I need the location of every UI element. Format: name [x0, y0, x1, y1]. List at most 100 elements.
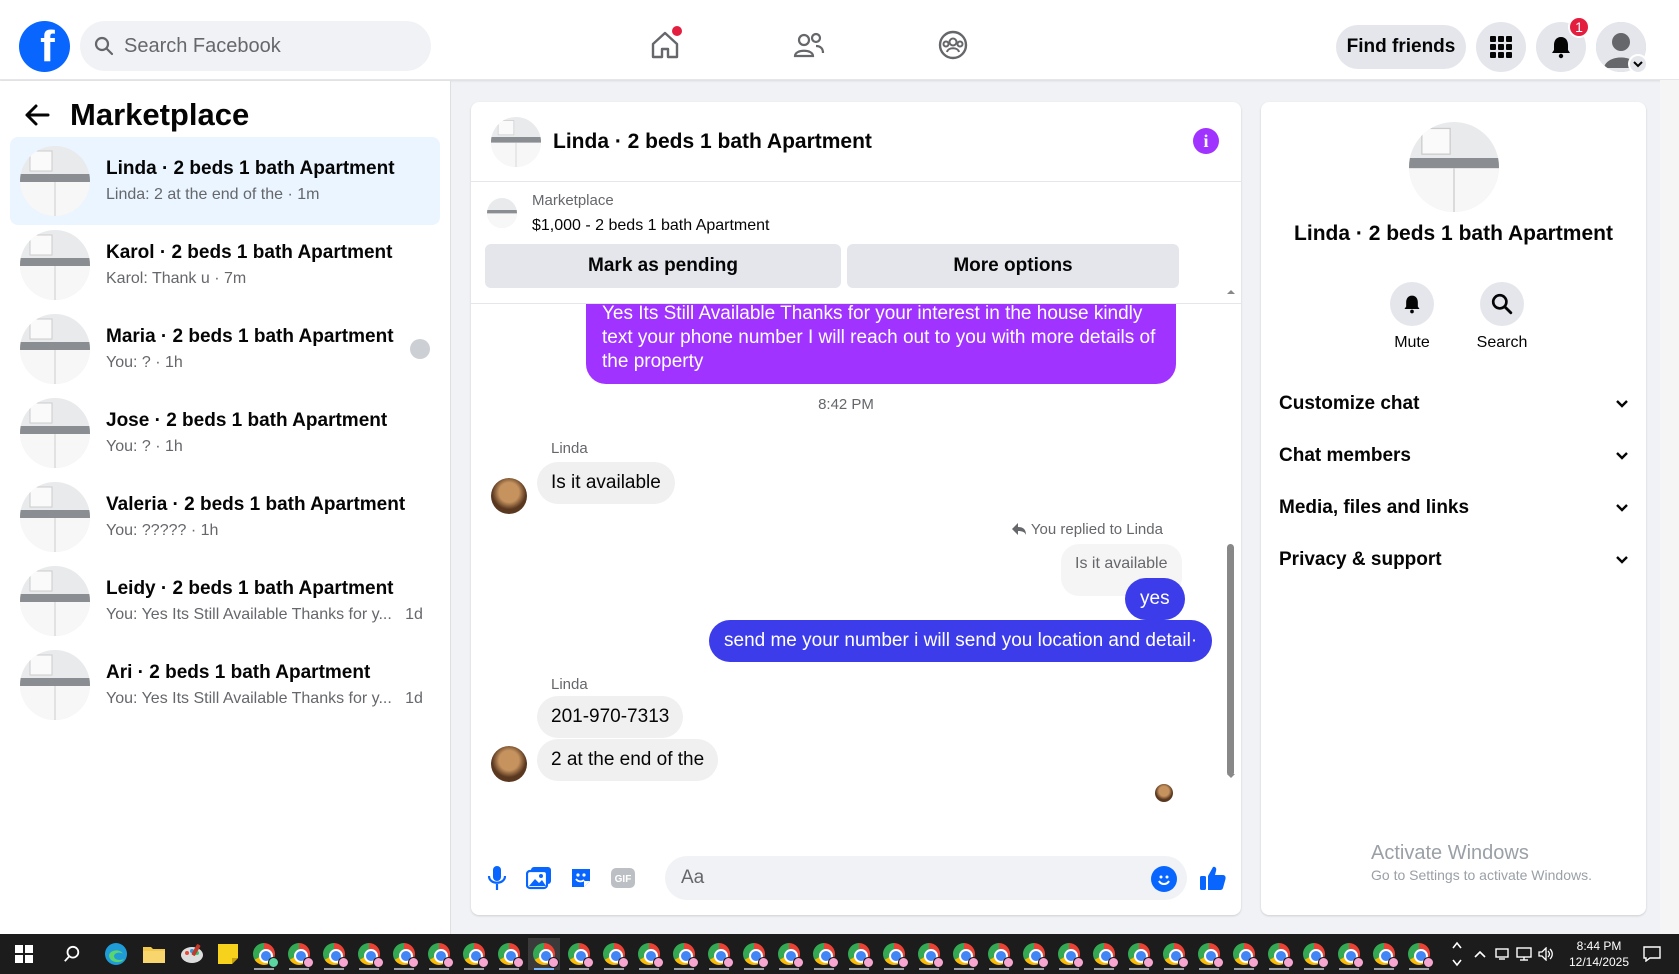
sticker-button[interactable] [567, 864, 595, 892]
conversation-item[interactable]: Maria · 2 beds 1 bath Apartment You: ? ·… [10, 305, 440, 393]
chrome-taskbar-icon[interactable] [703, 938, 735, 970]
chrome-taskbar-icon[interactable] [598, 938, 630, 970]
search-box[interactable] [80, 21, 431, 71]
conversation-item[interactable]: Ari · 2 beds 1 bath Apartment You: Yes I… [10, 641, 440, 729]
groups-nav-button[interactable] [930, 24, 976, 66]
chrome-taskbar-icon[interactable] [248, 938, 280, 970]
conversation-avatar[interactable] [1409, 122, 1499, 212]
outgoing-message[interactable]: Yes Its Still Available Thanks for your … [586, 304, 1176, 384]
privacy-support-section[interactable]: Privacy & support [1279, 538, 1629, 582]
facebook-logo-icon[interactable]: f [19, 21, 70, 72]
sender-avatar[interactable] [491, 746, 527, 782]
conversation-title: Linda · 2 beds 1 bath Apartment [1294, 222, 1613, 245]
chrome-taskbar-icon[interactable] [493, 938, 525, 970]
notification-center-button[interactable] [1636, 938, 1668, 970]
chrome-taskbar-icon[interactable] [458, 938, 490, 970]
chrome-taskbar-icon[interactable] [1263, 938, 1295, 970]
taskbar-search-button[interactable] [56, 938, 88, 970]
conversation-item[interactable]: Valeria · 2 beds 1 bath Apartment You: ?… [10, 473, 440, 561]
conversation-item[interactable]: Jose · 2 beds 1 bath Apartment You: ? · … [10, 389, 440, 477]
paint-taskbar-icon[interactable] [176, 938, 208, 970]
info-icon[interactable]: i [1193, 128, 1219, 154]
message-input[interactable] [665, 856, 1187, 900]
home-nav-button[interactable] [642, 24, 688, 66]
chrome-taskbar-icon[interactable] [633, 938, 665, 970]
emoji-button[interactable] [1151, 866, 1177, 892]
more-options-button[interactable]: More options [847, 244, 1179, 288]
message-scrollbar[interactable] [1226, 284, 1236, 864]
chrome-taskbar-icon[interactable] [1123, 938, 1155, 970]
network-button[interactable] [1514, 938, 1534, 970]
outgoing-message[interactable]: send me your number i will send you loca… [709, 620, 1213, 662]
friends-nav-button[interactable] [786, 24, 832, 66]
back-arrow-icon[interactable] [24, 103, 50, 127]
incoming-message[interactable]: 2 at the end of the [537, 739, 719, 781]
search-input[interactable] [124, 34, 404, 58]
chrome-taskbar-icon[interactable] [1158, 938, 1190, 970]
chrome-taskbar-icon[interactable] [353, 938, 385, 970]
gif-button[interactable]: GIF [609, 864, 637, 892]
chrome-taskbar-icon[interactable] [1368, 938, 1400, 970]
chrome-taskbar-icon[interactable] [1403, 938, 1435, 970]
chrome-taskbar-icon[interactable] [1333, 938, 1365, 970]
media-files-links-section[interactable]: Media, files and links [1279, 486, 1629, 530]
search-conversation-button[interactable]: Search [1462, 282, 1542, 352]
mute-button[interactable]: Mute [1372, 282, 1452, 352]
chrome-taskbar-icon[interactable] [983, 938, 1015, 970]
listing-price[interactable]: $1,000 - 2 beds 1 bath Apartment [532, 217, 770, 235]
page-scrollbar[interactable] [1660, 80, 1679, 934]
chrome-taskbar-icon[interactable] [948, 938, 980, 970]
attach-photo-button[interactable] [525, 864, 553, 892]
conversation-item[interactable]: Linda · 2 beds 1 bath Apartment Linda: 2… [10, 137, 440, 225]
chat-listing-thumbnail[interactable] [491, 116, 541, 167]
like-button[interactable] [1199, 864, 1227, 892]
chrome-taskbar-icon-active[interactable] [528, 938, 560, 970]
chrome-taskbar-icon[interactable] [1018, 938, 1050, 970]
chrome-taskbar-icon[interactable] [878, 938, 910, 970]
tray-device-icon[interactable] [1492, 938, 1512, 970]
taskbar-overflow-scroll[interactable] [1448, 938, 1466, 970]
chrome-taskbar-icon[interactable] [808, 938, 840, 970]
chrome-taskbar-icon[interactable] [388, 938, 420, 970]
chrome-taskbar-icon[interactable] [1228, 938, 1260, 970]
chrome-taskbar-icon[interactable] [738, 938, 770, 970]
customize-chat-section[interactable]: Customize chat [1279, 382, 1629, 426]
chrome-taskbar-icon[interactable] [563, 938, 595, 970]
chrome-taskbar-icon[interactable] [423, 938, 455, 970]
taskbar-clock[interactable]: 8:44 PM 12/14/2025 [1566, 938, 1632, 970]
chrome-taskbar-icon[interactable] [668, 938, 700, 970]
incoming-message[interactable]: 201-970-7313 [537, 696, 684, 738]
outgoing-message[interactable]: yes [1125, 578, 1185, 620]
notifications-button[interactable]: 1 [1536, 16, 1590, 72]
file-explorer-taskbar-icon[interactable] [138, 938, 170, 970]
voice-clip-button[interactable] [483, 864, 511, 892]
conversation-item[interactable]: Karol · 2 beds 1 bath Apartment Karol: T… [10, 221, 440, 309]
volume-button[interactable] [1536, 938, 1556, 970]
account-caret[interactable] [1628, 54, 1648, 74]
chat-title[interactable]: Linda · 2 beds 1 bath Apartment [553, 130, 872, 154]
incoming-message[interactable]: Is it available [537, 462, 675, 504]
show-hidden-icons-button[interactable] [1470, 938, 1490, 970]
chrome-taskbar-icon[interactable] [1298, 938, 1330, 970]
chrome-taskbar-icon[interactable] [1088, 938, 1120, 970]
sticky-notes-taskbar-icon[interactable] [212, 938, 244, 970]
mark-as-pending-button[interactable]: Mark as pending [485, 244, 841, 288]
edge-taskbar-icon[interactable] [100, 938, 132, 970]
listing-thumbnail[interactable] [487, 198, 517, 228]
conversation-item[interactable]: Leidy · 2 beds 1 bath Apartment You: Yes… [10, 557, 440, 645]
chrome-taskbar-icon[interactable] [773, 938, 805, 970]
sender-avatar[interactable] [491, 478, 527, 514]
scroll-down-icon[interactable] [1226, 772, 1236, 780]
scroll-up-icon[interactable] [1226, 288, 1236, 296]
find-friends-button[interactable]: Find friends [1336, 25, 1466, 69]
start-button[interactable] [8, 938, 40, 970]
menu-button[interactable] [1476, 22, 1526, 72]
chrome-taskbar-icon[interactable] [318, 938, 350, 970]
chat-members-section[interactable]: Chat members [1279, 434, 1629, 478]
chrome-taskbar-icon[interactable] [913, 938, 945, 970]
chrome-taskbar-icon[interactable] [843, 938, 875, 970]
scroll-thumb[interactable] [1227, 544, 1234, 776]
chrome-taskbar-icon[interactable] [1053, 938, 1085, 970]
chrome-taskbar-icon[interactable] [283, 938, 315, 970]
chrome-taskbar-icon[interactable] [1193, 938, 1225, 970]
